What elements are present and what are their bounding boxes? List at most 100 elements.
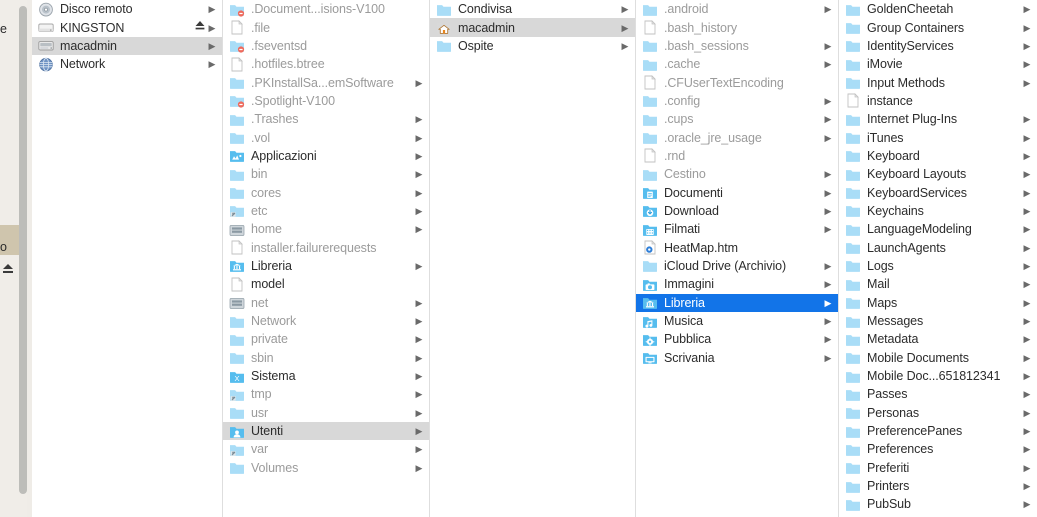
disclosure-arrow-icon: ▶ <box>415 150 423 161</box>
file-row[interactable]: Immagini ▶ <box>636 275 838 293</box>
file-row[interactable]: private ▶ <box>223 330 429 348</box>
column-library[interactable]: GoldenCheetah ▶ Group Containers ▶ IdentityS… <box>839 0 1037 517</box>
file-row[interactable]: Volumes ▶ <box>223 459 429 477</box>
file-row[interactable]: tmp ▶ <box>223 385 429 403</box>
file-row[interactable]: Messages ▶ <box>839 312 1037 330</box>
file-row[interactable]: Utenti ▶ <box>223 421 429 441</box>
file-row[interactable]: sbin ▶ <box>223 349 429 367</box>
file-row[interactable]: .Spotlight-V100 <box>223 92 429 110</box>
file-row[interactable]: etc ▶ <box>223 202 429 220</box>
file-row[interactable]: .oracle_jre_usage ▶ <box>636 128 838 146</box>
file-row[interactable]: .android ▶ <box>636 0 838 18</box>
file-row[interactable]: .bash_history <box>636 18 838 36</box>
svg-text:X: X <box>234 374 239 383</box>
file-row[interactable]: Ospite ▶ <box>430 37 635 55</box>
file-row[interactable]: Passes ▶ <box>839 385 1037 403</box>
file-row[interactable]: net ▶ <box>223 294 429 312</box>
column-home[interactable]: .android ▶ .bash_history .bash_sessions ▶ .ca… <box>636 0 839 517</box>
file-row[interactable]: .Document...isions-V100 <box>223 0 429 18</box>
file-row-label: .hotfiles.btree <box>251 57 325 72</box>
file-row[interactable]: PubSub ▶ <box>839 495 1037 513</box>
file-row[interactable]: Keychains ▶ <box>839 202 1037 220</box>
file-row[interactable]: IdentityServices ▶ <box>839 37 1037 55</box>
file-row[interactable]: KINGSTON ▶ <box>32 18 222 36</box>
file-row[interactable]: Condivisa ▶ <box>430 0 635 18</box>
file-row[interactable]: .rnd <box>636 147 838 165</box>
file-row[interactable]: Mobile Documents ▶ <box>839 349 1037 367</box>
desktop-folder-icon <box>642 350 658 365</box>
file-row[interactable]: LanguageModeling ▶ <box>839 220 1037 238</box>
file-row[interactable]: Libreria ▶ <box>636 293 838 312</box>
file-row[interactable]: Network ▶ <box>223 312 429 330</box>
file-row-label: net <box>251 295 269 310</box>
file-row[interactable]: Keyboard ▶ <box>839 147 1037 165</box>
file-row[interactable]: .vol ▶ <box>223 128 429 146</box>
file-row[interactable]: macadmin ▶ <box>430 18 635 37</box>
file-row[interactable]: Libreria ▶ <box>223 257 429 275</box>
file-row[interactable]: iTunes ▶ <box>839 128 1037 146</box>
file-row[interactable]: macadmin ▶ <box>32 36 222 56</box>
file-row[interactable]: cores ▶ <box>223 183 429 201</box>
file-row[interactable]: Download ▶ <box>636 202 838 220</box>
column-volume-root[interactable]: .Document...isions-V100 .file .fseventsd .h… <box>223 0 430 517</box>
disclosure-arrow-icon: ▶ <box>824 279 832 290</box>
background-text-fragment-top: e <box>0 22 7 36</box>
file-row[interactable]: .cache ▶ <box>636 55 838 73</box>
file-row[interactable]: Documenti ▶ <box>636 183 838 201</box>
file-row[interactable]: X Sistema ▶ <box>223 367 429 385</box>
file-row[interactable]: .PKInstallSa...emSoftware ▶ <box>223 73 429 91</box>
eject-icon[interactable] <box>194 19 206 37</box>
file-row[interactable]: .CFUserTextEncoding <box>636 73 838 91</box>
file-row[interactable]: home ▶ <box>223 220 429 238</box>
file-row[interactable]: .bash_sessions ▶ <box>636 37 838 55</box>
background-window-scrollbar[interactable] <box>19 6 27 494</box>
file-row[interactable]: instance <box>839 92 1037 110</box>
file-row[interactable]: .fseventsd <box>223 37 429 55</box>
file-row[interactable]: LaunchAgents ▶ <box>839 238 1037 256</box>
background-text-fragment-bottom: o <box>0 240 7 254</box>
file-row[interactable]: Scrivania ▶ <box>636 349 838 367</box>
file-row[interactable]: Applicazioni ▶ <box>223 147 429 165</box>
file-row[interactable]: iCloud Drive (Archivio) ▶ <box>636 257 838 275</box>
file-row[interactable]: Cestino ▶ <box>636 165 838 183</box>
file-row[interactable]: var ▶ <box>223 440 429 458</box>
file-row[interactable]: Network ▶ <box>32 55 222 73</box>
file-row[interactable]: Personas ▶ <box>839 404 1037 422</box>
file-row[interactable]: Filmati ▶ <box>636 220 838 238</box>
file-row[interactable]: HeatMap.htm <box>636 238 838 256</box>
file-row[interactable]: Printers ▶ <box>839 477 1037 495</box>
file-row[interactable]: Group Containers ▶ <box>839 18 1037 36</box>
folder-icon <box>229 460 245 475</box>
eject-icon[interactable] <box>2 263 14 274</box>
file-icon <box>229 276 245 292</box>
file-row[interactable]: GoldenCheetah ▶ <box>839 0 1037 18</box>
file-row[interactable]: installer.failurerequests <box>223 238 429 256</box>
file-row[interactable]: Safari▶ <box>839 514 1037 517</box>
file-row[interactable]: Logs ▶ <box>839 257 1037 275</box>
file-row[interactable]: Preferiti ▶ <box>839 459 1037 477</box>
file-row[interactable]: Maps ▶ <box>839 294 1037 312</box>
file-row[interactable]: Mobile Doc...651812341 ▶ <box>839 367 1037 385</box>
column-devices[interactable]: Disco remoto ▶ KINGSTON ▶ macadmin ▶ Network ▶ <box>32 0 223 517</box>
file-row[interactable]: .file <box>223 18 429 36</box>
file-row[interactable]: Keyboard Layouts ▶ <box>839 165 1037 183</box>
file-row[interactable]: bin ▶ <box>223 165 429 183</box>
file-row[interactable]: PreferencePanes ▶ <box>839 422 1037 440</box>
file-row[interactable]: Mail ▶ <box>839 275 1037 293</box>
file-row[interactable]: Input Methods ▶ <box>839 73 1037 91</box>
file-row[interactable]: .config ▶ <box>636 92 838 110</box>
column-users[interactable]: Condivisa ▶ macadmin ▶ Ospite ▶ <box>430 0 636 517</box>
file-row[interactable]: iMovie ▶ <box>839 55 1037 73</box>
file-row[interactable]: Internet Plug-Ins ▶ <box>839 110 1037 128</box>
file-row[interactable]: .Trashes ▶ <box>223 110 429 128</box>
file-row[interactable]: Metadata ▶ <box>839 330 1037 348</box>
file-row[interactable]: Preferences ▶ <box>839 440 1037 458</box>
file-row[interactable]: model <box>223 275 429 293</box>
file-row[interactable]: .hotfiles.btree <box>223 55 429 73</box>
file-row[interactable]: usr ▶ <box>223 404 429 422</box>
file-row[interactable]: KeyboardServices ▶ <box>839 183 1037 201</box>
file-row[interactable]: Pubblica ▶ <box>636 330 838 348</box>
file-row[interactable]: .cups ▶ <box>636 110 838 128</box>
file-row[interactable]: Disco remoto ▶ <box>32 0 222 18</box>
file-row[interactable]: Musica ▶ <box>636 312 838 330</box>
